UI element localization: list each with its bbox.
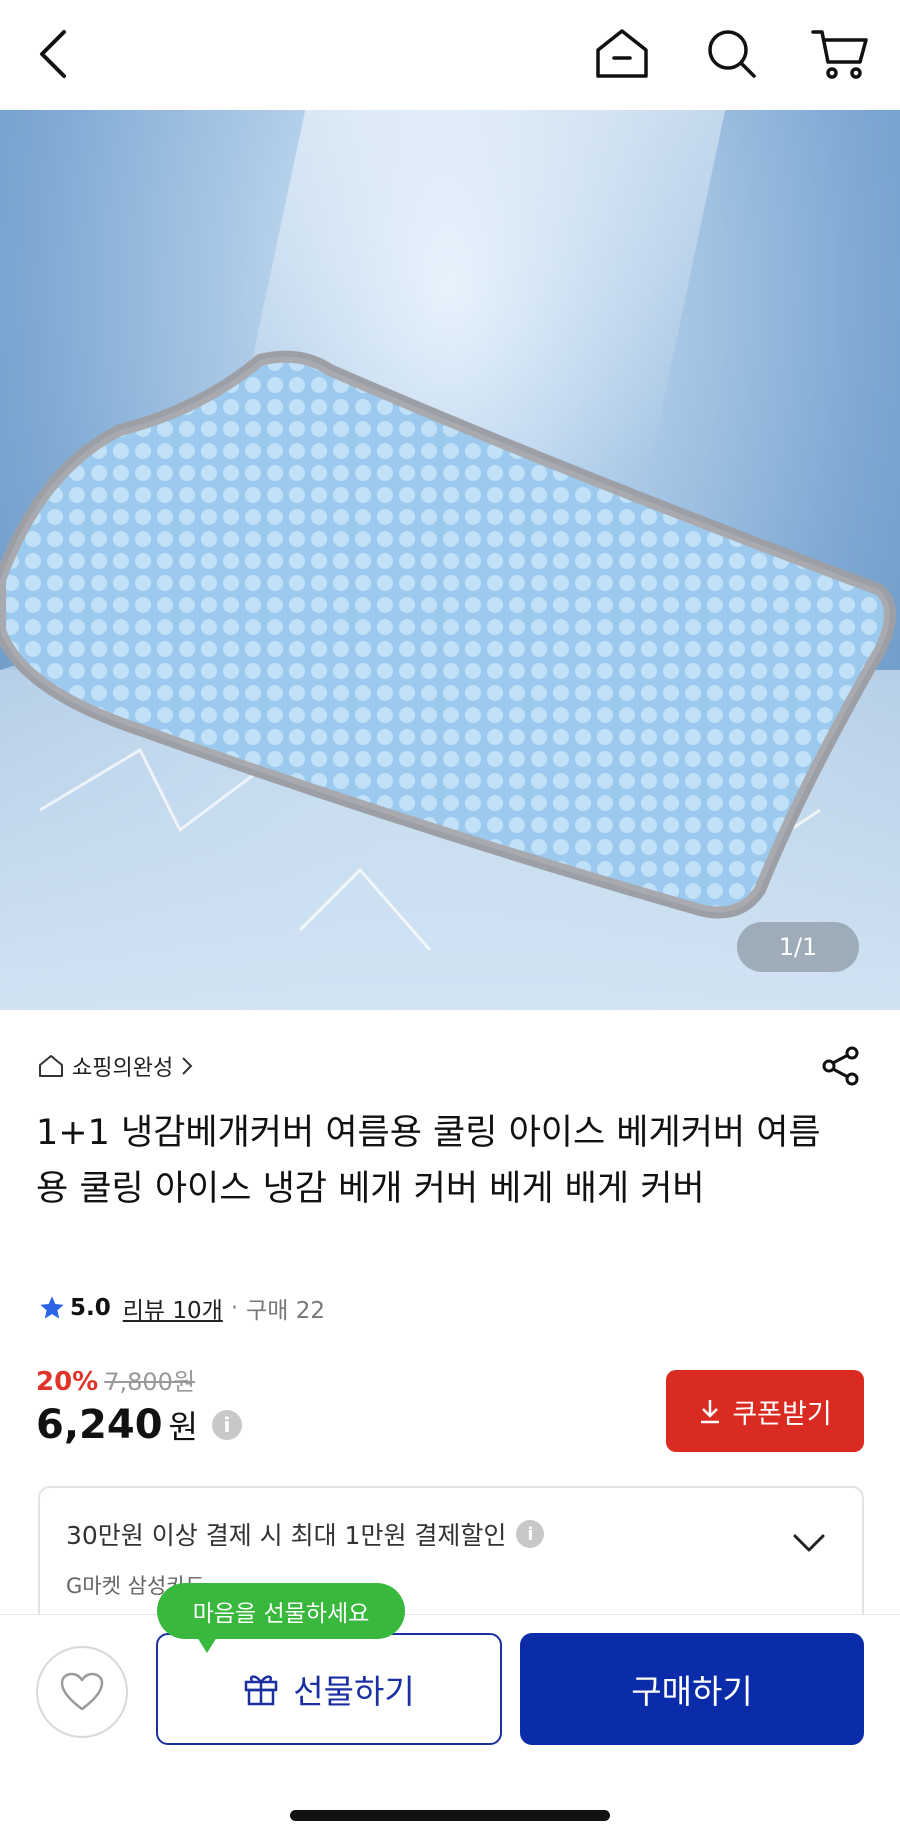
separator-dot: · xyxy=(230,1295,239,1321)
review-link[interactable]: 리뷰 10개 xyxy=(123,1291,223,1325)
discount-percent: 20% xyxy=(36,1367,99,1397)
discount-row: 20% 7,800원 xyxy=(36,1362,195,1397)
home-button[interactable] xyxy=(590,22,654,86)
buy-label: 구매하기 xyxy=(631,1672,753,1711)
download-icon xyxy=(701,1400,720,1424)
gift-label: 선물하기 xyxy=(293,1672,415,1711)
coupon-label: 쿠폰받기 xyxy=(732,1398,832,1430)
pillow-illustration xyxy=(0,350,900,1010)
product-title: 1+1 냉감베개커버 여름용 쿨링 아이스 베게커버 여름용 쿨링 아이스 냉감… xyxy=(36,1113,821,1209)
search-icon xyxy=(708,30,756,78)
search-button[interactable] xyxy=(700,22,764,86)
home-outline-icon xyxy=(39,1055,63,1077)
price-info-icon[interactable]: i xyxy=(211,1410,242,1440)
share-button[interactable] xyxy=(818,1043,864,1089)
product-image[interactable]: 1/1 xyxy=(0,110,900,1010)
rating-score: 5.0 xyxy=(70,1295,111,1321)
cart-icon xyxy=(811,30,868,79)
price-unit: 원 xyxy=(168,1408,198,1446)
gift-icon xyxy=(245,1675,278,1706)
share-icon xyxy=(822,1046,859,1086)
cart-button[interactable] xyxy=(808,22,872,86)
price-row: 6,240 원 i xyxy=(36,1402,242,1448)
home-indicator xyxy=(290,1810,610,1821)
store-link[interactable]: 쇼핑의완성 xyxy=(38,1046,193,1086)
sales-count: 구매 22 xyxy=(246,1298,326,1324)
store-name: 쇼핑의완성 xyxy=(72,1056,174,1081)
card-discount-text-row: 30만원 이상 결제 시 최대 1만원 결제할인 i xyxy=(66,1516,545,1552)
chevron-left-icon xyxy=(40,30,66,78)
chevron-down-icon[interactable] xyxy=(792,1532,826,1554)
image-counter: 1/1 xyxy=(737,922,859,972)
rating-row: 5.0 리뷰 10개 · 구매 22 xyxy=(38,1290,325,1326)
back-button[interactable] xyxy=(22,22,86,86)
wishlist-button[interactable] xyxy=(36,1646,128,1738)
original-price: 7,800원 xyxy=(104,1368,196,1396)
heart-icon xyxy=(60,1672,104,1711)
sale-price: 6,240 xyxy=(36,1402,163,1448)
star-icon xyxy=(40,1296,64,1319)
gift-tooltip: 마음을 선물하세요 xyxy=(157,1583,405,1653)
home-icon xyxy=(596,29,648,78)
chevron-right-icon xyxy=(182,1057,193,1075)
card-discount-text: 30만원 이상 결제 시 최대 1만원 결제할인 xyxy=(66,1521,507,1550)
coupon-button[interactable]: 쿠폰받기 xyxy=(666,1370,864,1452)
card-info-icon[interactable]: i xyxy=(516,1520,545,1548)
top-nav-bar xyxy=(0,0,900,110)
buy-button[interactable]: 구매하기 xyxy=(520,1633,864,1745)
